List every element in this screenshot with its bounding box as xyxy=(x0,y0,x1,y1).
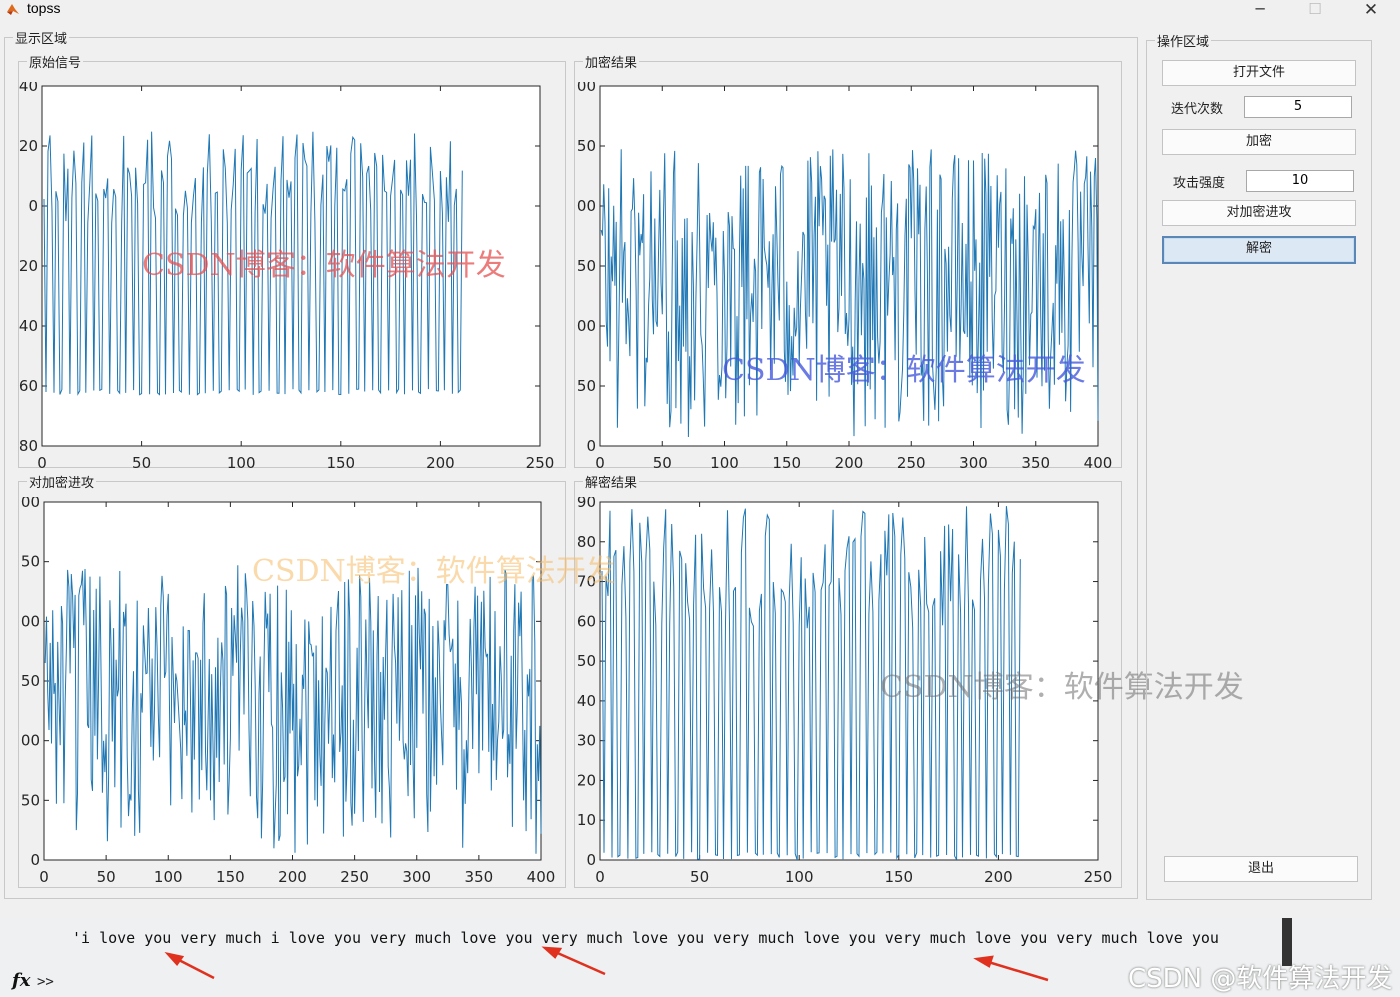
attack-button[interactable]: 对加密进攻 xyxy=(1162,200,1356,226)
x-tick-label: 250 xyxy=(897,454,926,472)
x-tick-label: 350 xyxy=(1021,454,1050,472)
x-tick-label: 200 xyxy=(426,454,455,472)
y-tick-label: 0 xyxy=(586,851,596,869)
y-tick-label: 00 xyxy=(21,497,40,511)
control-panel: 操作区域 xyxy=(1146,31,1372,900)
x-tick-label: 250 xyxy=(526,454,555,472)
y-tick-label: 00 xyxy=(577,317,596,335)
function-prompt-icon: fx xyxy=(12,970,31,991)
x-tick-label: 250 xyxy=(340,868,369,886)
y-tick-label: 90 xyxy=(577,497,596,511)
y-tick-label: 00 xyxy=(577,82,596,95)
y-tick-label: 0 xyxy=(28,197,38,215)
x-tick-label: 0 xyxy=(37,454,47,472)
x-tick-label: 200 xyxy=(278,868,307,886)
axes-title-decrypted: 解密结果 xyxy=(583,472,640,491)
y-tick-label: 40 xyxy=(19,82,38,95)
x-tick-label: 0 xyxy=(595,454,605,472)
y-tick-label: 20 xyxy=(577,771,596,789)
y-tick-label: 10 xyxy=(577,811,596,829)
y-tick-label: 80 xyxy=(577,533,596,551)
x-tick-label: 100 xyxy=(785,868,814,886)
attack-strength-input[interactable]: 10 xyxy=(1246,170,1354,192)
minimize-button[interactable]: ─ xyxy=(1240,0,1280,20)
y-tick-label: 40 xyxy=(577,692,596,710)
window-title: topss xyxy=(27,0,61,16)
x-tick-label: 300 xyxy=(959,454,988,472)
axes-title-attack: 对加密进攻 xyxy=(27,472,97,491)
y-tick-label: 50 xyxy=(21,553,40,571)
x-tick-label: 50 xyxy=(690,868,709,886)
csdn-watermark: CSDN @软件算法开发 xyxy=(1128,964,1393,994)
x-tick-label: 400 xyxy=(1084,454,1113,472)
x-tick-label: 50 xyxy=(653,454,672,472)
x-tick-label: 0 xyxy=(39,868,49,886)
y-tick-label: 50 xyxy=(21,672,40,690)
y-tick-label: 00 xyxy=(21,612,40,630)
x-tick-label: 400 xyxy=(527,868,556,886)
x-tick-label: 250 xyxy=(1084,868,1113,886)
axes-title-encrypted: 加密结果 xyxy=(583,52,640,71)
x-tick-label: 150 xyxy=(772,454,801,472)
exit-button[interactable]: 退出 xyxy=(1164,856,1358,882)
y-tick-label: 60 xyxy=(577,612,596,630)
command-window: 'i love you very much i love you very mu… xyxy=(0,918,1400,997)
x-tick-label: 200 xyxy=(984,868,1013,886)
iterations-input[interactable]: 5 xyxy=(1244,96,1352,118)
y-tick-label: 50 xyxy=(21,791,40,809)
x-tick-label: 50 xyxy=(97,868,116,886)
y-tick-label: 0 xyxy=(586,437,596,455)
x-tick-label: 0 xyxy=(595,868,605,886)
y-tick-label: 50 xyxy=(577,377,596,395)
x-tick-label: 300 xyxy=(402,868,431,886)
y-tick-label: 30 xyxy=(577,732,596,750)
display-panel-title: 显示区域 xyxy=(13,28,70,47)
command-prompt[interactable]: >> xyxy=(37,974,54,990)
x-tick-label: 100 xyxy=(227,454,256,472)
plot-original-signal[interactable]: 0 50 100 150 200 2504020020406080 xyxy=(18,82,566,472)
x-tick-label: 100 xyxy=(154,868,183,886)
y-tick-label: 0 xyxy=(30,851,40,869)
plot-attacked-signal[interactable]: 0 50 100 150 200 250 300 350 400 00 50 00 50 00 50 0 xyxy=(18,497,566,889)
axes-title-original: 原始信号 xyxy=(27,52,84,71)
y-tick-label: 60 xyxy=(19,377,38,395)
x-tick-label: 350 xyxy=(465,868,494,886)
decrypt-button[interactable]: 解密 xyxy=(1162,236,1356,264)
y-tick-label: 70 xyxy=(577,573,596,591)
x-tick-label: 150 xyxy=(216,868,245,886)
x-tick-label: 50 xyxy=(132,454,151,472)
x-tick-label: 150 xyxy=(884,868,913,886)
maximize-button[interactable]: ☐ xyxy=(1295,0,1335,20)
matlab-icon xyxy=(7,4,19,15)
y-tick-label: 40 xyxy=(19,317,38,335)
title-bar: topss ─ ☐ ✕ xyxy=(0,0,1400,20)
plot-decrypted-signal[interactable]: 0 50 100 150 200 2509080706050403020100 xyxy=(574,497,1122,889)
y-tick-label: 50 xyxy=(577,137,596,155)
x-tick-label: 200 xyxy=(835,454,864,472)
y-tick-label: 00 xyxy=(577,197,596,215)
open-file-button[interactable]: 打开文件 xyxy=(1162,60,1356,86)
plot-encrypted-signal[interactable]: 0 50 100 150 200 250 300 350 400 00 50 00 50 00 50 0 xyxy=(574,82,1122,472)
y-tick-label: 50 xyxy=(577,652,596,670)
attack-strength-label: 攻击强度 xyxy=(1173,176,1226,191)
annotation-arrows xyxy=(164,946,1049,982)
y-tick-label: 80 xyxy=(19,437,38,455)
close-button[interactable]: ✕ xyxy=(1351,0,1391,20)
iterations-label: 迭代次数 xyxy=(1171,102,1224,117)
control-panel-title: 操作区域 xyxy=(1155,31,1212,50)
x-tick-label: 150 xyxy=(326,454,355,472)
x-tick-label: 100 xyxy=(710,454,739,472)
y-tick-label: 20 xyxy=(19,137,38,155)
y-tick-label: 50 xyxy=(577,257,596,275)
y-tick-label: 20 xyxy=(19,257,38,275)
encrypt-button[interactable]: 加密 xyxy=(1162,129,1356,155)
y-tick-label: 00 xyxy=(21,732,40,750)
